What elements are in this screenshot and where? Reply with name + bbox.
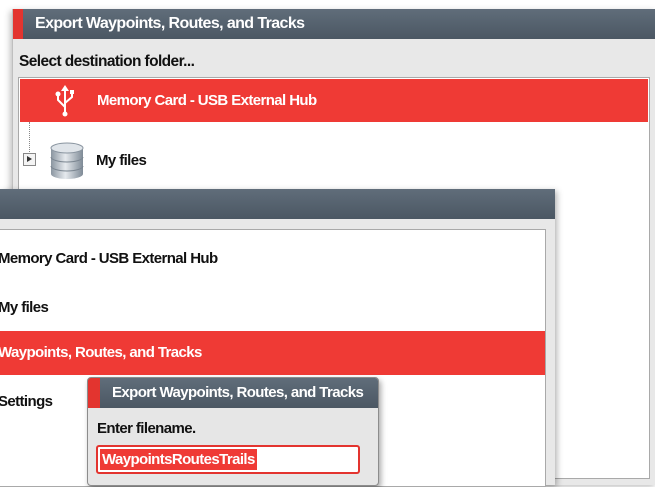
titlebar-accent: [13, 9, 23, 39]
usb-icon: [55, 85, 74, 117]
menu-item-settings[interactable]: Settings: [0, 393, 53, 410]
filename-prompt: Enter filename.: [97, 420, 196, 437]
filename-input[interactable]: WaypointsRoutesTrails: [96, 445, 360, 474]
expand-icon[interactable]: [23, 153, 36, 166]
menu-item-memory-card[interactable]: Memory Card - USB External Hub: [0, 250, 218, 267]
tree-item-memory-card[interactable]: Memory Card - USB External Hub: [20, 79, 648, 122]
dialog-titlebar: Export Waypoints, Routes, and Tracks: [88, 378, 378, 408]
menu-item-label: Waypoints, Routes, and Tracks: [0, 344, 202, 361]
dialog-title: Export Waypoints, Routes, and Tracks: [35, 15, 305, 32]
dialog-titlebar: [0, 189, 555, 219]
tree-item-label: Memory Card - USB External Hub: [97, 92, 317, 109]
menu-item-waypoints-routes-tracks[interactable]: Waypoints, Routes, and Tracks: [0, 331, 545, 375]
menu-item-my-files[interactable]: My files: [0, 299, 49, 316]
database-icon: [50, 142, 84, 179]
dialog-titlebar: Export Waypoints, Routes, and Tracks: [13, 9, 655, 39]
tree-connector: [29, 122, 31, 152]
dialog-title: Export Waypoints, Routes, and Tracks: [112, 384, 364, 401]
tree-item-my-files[interactable]: My files: [96, 152, 147, 169]
filename-value: WaypointsRoutesTrails: [100, 449, 257, 470]
titlebar-accent: [88, 378, 100, 408]
dialog-subtitle: Select destination folder...: [19, 53, 195, 70]
filename-dialog: Export Waypoints, Routes, and Tracks Ent…: [87, 377, 379, 486]
